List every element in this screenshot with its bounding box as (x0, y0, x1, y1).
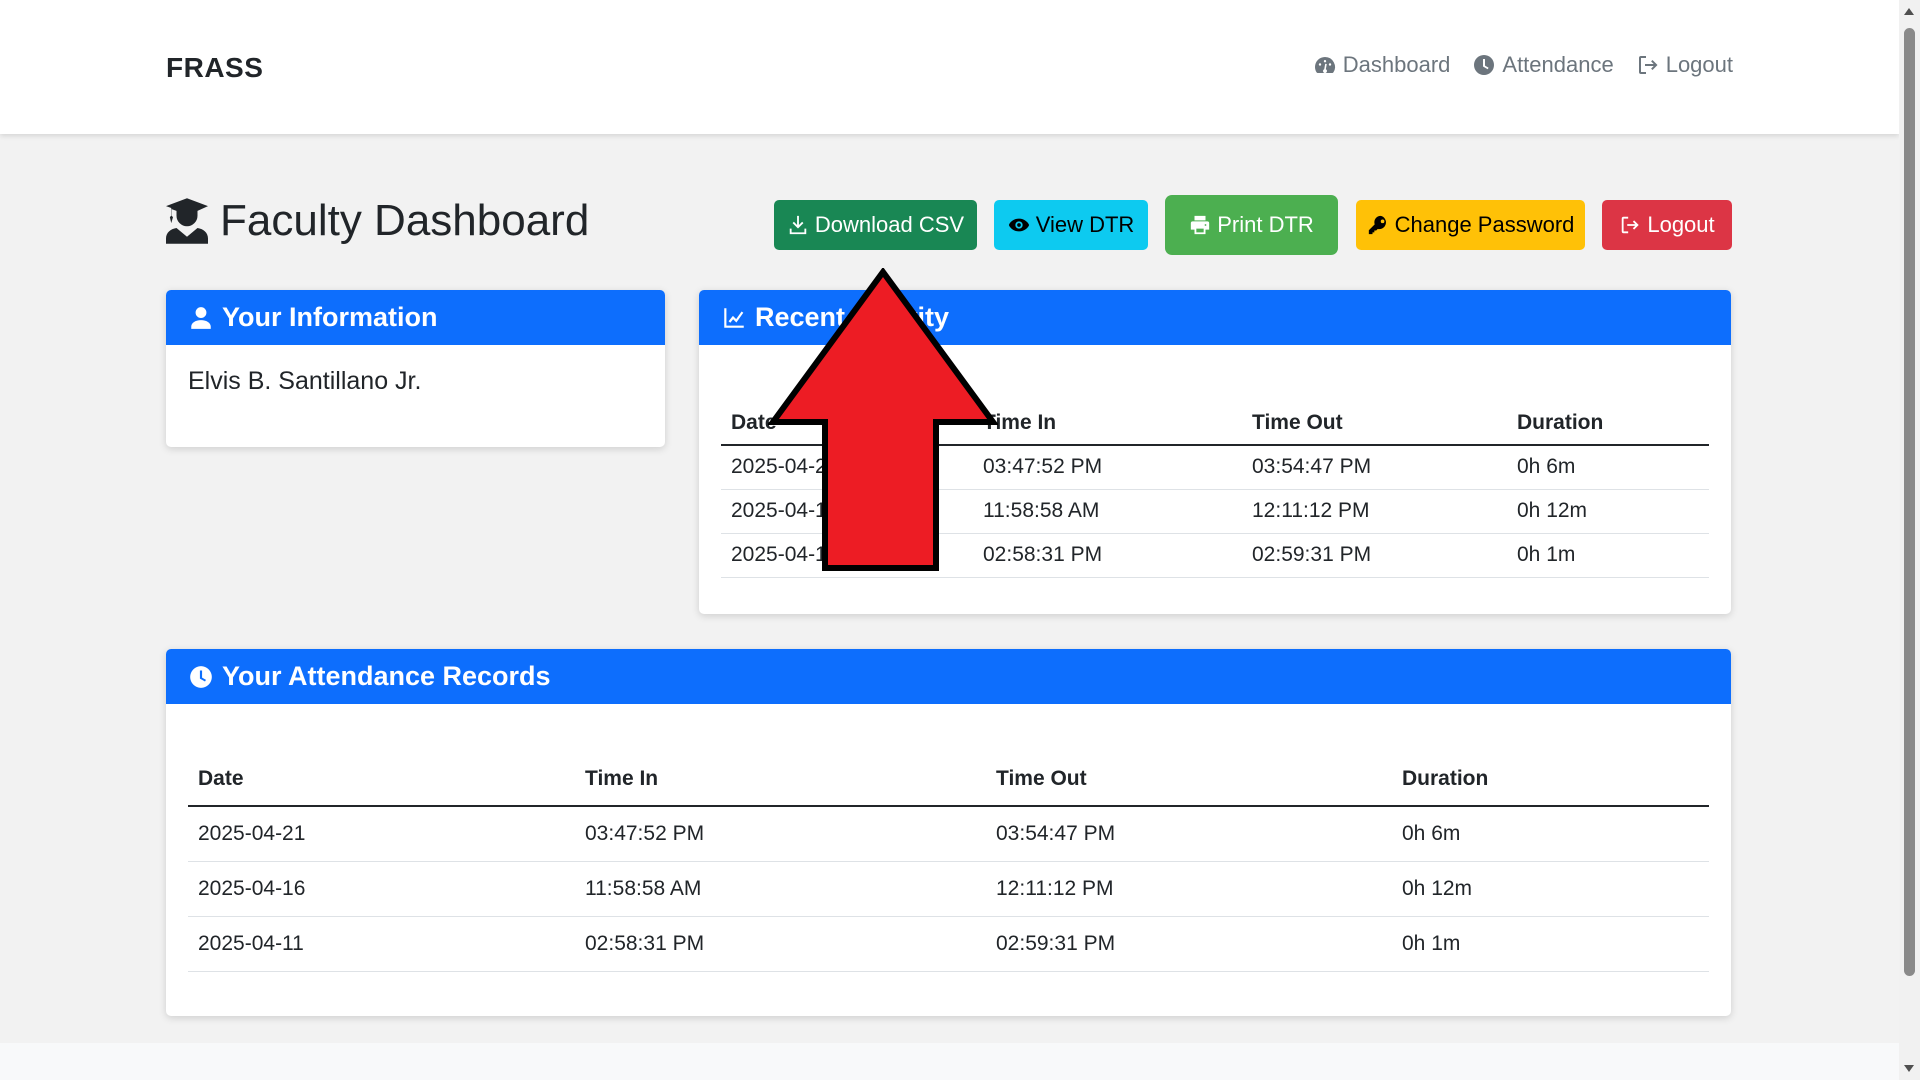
info-card: Your Information Elvis B. Santillano Jr. (166, 290, 665, 447)
time-in-cell: 03:47:52 PM (973, 444, 1242, 489)
column-header: Time In (983, 410, 1057, 434)
top-navbar: FRASS Dashboard Attendance Logout (0, 0, 1899, 134)
table-row: 2025-04-21 03:47:52 PM 03:54:47 PM 0h 6m (188, 805, 1709, 861)
time-out-cell: 12:11:12 PM (986, 860, 1392, 916)
info-card-header: Your Information (166, 290, 665, 345)
duration-cell: 0h 12m (1392, 860, 1709, 916)
download-icon (789, 215, 807, 235)
eye-icon (1008, 218, 1029, 232)
attendance-records-card: Your Attendance Records Date Time In Tim… (166, 649, 1731, 1016)
nav-dashboard-link[interactable]: Dashboard (1313, 52, 1451, 78)
clock-icon (190, 665, 212, 688)
column-header: Date (198, 766, 244, 790)
time-out-cell: 02:59:31 PM (1242, 532, 1507, 578)
time-out-cell: 03:54:47 PM (986, 805, 1392, 861)
sign-out-icon (1638, 56, 1658, 74)
red-arrow-annotation (768, 268, 998, 571)
info-card-title: Your Information (222, 302, 438, 332)
duration-cell: 0h 1m (1392, 915, 1709, 972)
scroll-up-arrow-icon[interactable] (1904, 8, 1914, 15)
table-header-row: Date Time In Time Out Duration (188, 752, 1709, 806)
duration-cell: 0h 1m (1507, 532, 1709, 578)
brand-logo[interactable]: FRASS (166, 52, 263, 84)
faculty-name: Elvis B. Santillano Jr. (188, 367, 422, 395)
time-in-cell: 11:58:58 AM (575, 860, 986, 916)
logout-button[interactable]: Logout (1602, 200, 1732, 250)
key-icon (1368, 215, 1386, 235)
nav-dashboard-label: Dashboard (1342, 52, 1451, 77)
duration-cell: 0h 6m (1507, 444, 1709, 489)
sign-out-icon (1622, 216, 1640, 234)
duration-cell: 0h 12m (1507, 488, 1709, 533)
time-in-cell: 02:58:31 PM (973, 532, 1242, 578)
scroll-down-arrow-icon[interactable] (1904, 1065, 1914, 1072)
print-dtr-button[interactable]: Print DTR (1165, 195, 1338, 255)
nav-attendance-label: Attendance (1502, 52, 1614, 77)
time-out-cell: 03:54:47 PM (1242, 444, 1507, 489)
table-row: 2025-04-16 11:58:58 AM 12:11:12 PM 0h 12… (188, 860, 1709, 916)
table-row: 2025-04-11 02:58:31 PM 02:59:31 PM 0h 1m (188, 915, 1709, 972)
gauge-icon (1314, 57, 1335, 74)
column-header: Duration (1517, 410, 1604, 434)
graduate-icon (166, 198, 208, 244)
vertical-scrollbar[interactable] (1899, 0, 1920, 1080)
nav-attendance-link[interactable]: Attendance (1472, 52, 1614, 78)
column-header: Duration (1402, 766, 1489, 790)
download-csv-label: Download CSV (814, 212, 965, 237)
change-password-button[interactable]: Change Password (1356, 200, 1585, 250)
nav-links: Dashboard Attendance Logout (1313, 52, 1733, 78)
date-cell: 2025-04-16 (188, 860, 575, 916)
time-in-cell: 02:58:31 PM (575, 915, 986, 972)
page-title: Faculty Dashboard (166, 196, 589, 246)
footer-strip (0, 1043, 1899, 1080)
time-in-cell: 03:47:52 PM (575, 805, 986, 861)
logout-label: Logout (1647, 212, 1715, 237)
view-dtr-button[interactable]: View DTR (994, 200, 1148, 250)
column-header: Time Out (996, 766, 1087, 790)
records-card-title: Your Attendance Records (222, 661, 551, 691)
arrow-shape (768, 268, 998, 571)
date-cell: 2025-04-11 (188, 915, 575, 972)
nav-logout-link[interactable]: Logout (1636, 52, 1733, 78)
nav-logout-label: Logout (1665, 52, 1733, 77)
time-out-cell: 12:11:12 PM (1242, 488, 1507, 533)
column-header: Time In (585, 766, 659, 790)
change-password-label: Change Password (1394, 212, 1575, 237)
printer-icon (1191, 215, 1210, 235)
view-dtr-label: View DTR (1035, 212, 1135, 237)
records-card-header: Your Attendance Records (166, 649, 1731, 704)
page-title-text: Faculty Dashboard (220, 196, 590, 245)
attendance-records-table: Date Time In Time Out Duration 2025-04-2… (188, 752, 1709, 972)
line-chart-icon (724, 307, 744, 328)
date-cell: 2025-04-21 (188, 805, 575, 861)
scroll-thumb[interactable] (1904, 28, 1915, 976)
time-in-cell: 11:58:58 AM (973, 488, 1242, 533)
duration-cell: 0h 6m (1392, 805, 1709, 861)
clock-icon (1474, 55, 1495, 75)
print-dtr-label: Print DTR (1217, 212, 1314, 237)
user-icon (191, 306, 211, 329)
column-header: Time Out (1252, 410, 1343, 434)
time-out-cell: 02:59:31 PM (986, 915, 1392, 972)
download-csv-button[interactable]: Download CSV (774, 200, 977, 250)
